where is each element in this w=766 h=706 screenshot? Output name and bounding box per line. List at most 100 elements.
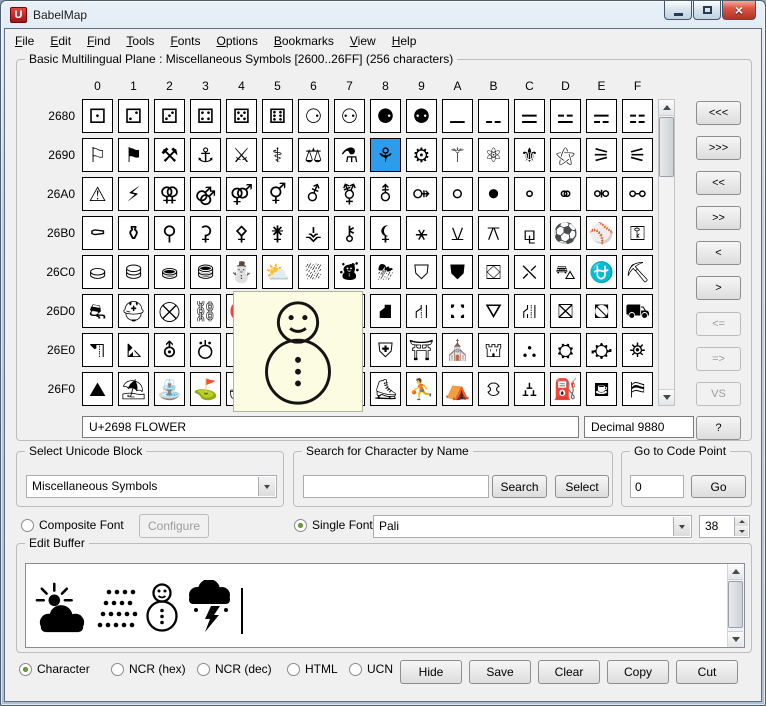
grid-cell[interactable]: ⛀: [82, 255, 113, 289]
grid-cell[interactable]: ⚱: [118, 216, 149, 250]
grid-cell[interactable]: ⚸: [370, 216, 401, 250]
grid-cell[interactable]: ⚤: [226, 177, 257, 211]
grid-cell[interactable]: ⛍: [550, 255, 581, 289]
search-input[interactable]: [303, 475, 489, 498]
font-combo[interactable]: Pali: [373, 515, 692, 538]
scrollbar-up-button[interactable]: [659, 100, 674, 116]
grid-cell[interactable]: ⚶: [298, 216, 329, 250]
grid-cell[interactable]: ⛅: [262, 255, 293, 289]
menu-options[interactable]: Options: [208, 31, 265, 51]
grid-cell[interactable]: ⛉: [406, 255, 437, 289]
grid-cell[interactable]: ⚷: [334, 216, 365, 250]
grid-cell[interactable]: ⚊: [442, 99, 473, 133]
grid-cell[interactable]: ⚻: [478, 216, 509, 250]
grid-cell[interactable]: ⛲: [154, 372, 185, 406]
grid-cell[interactable]: ⚟: [622, 138, 653, 172]
nav-last-page-button[interactable]: >>>: [696, 136, 741, 160]
scrollbar-up-button[interactable]: [728, 564, 743, 580]
grid-cell[interactable]: ⛃: [190, 255, 221, 289]
grid-cell[interactable]: ⚩: [406, 177, 437, 211]
grid-cell[interactable]: ⛿: [622, 372, 653, 406]
grid-cell[interactable]: ⚃: [190, 99, 221, 133]
grid-cell[interactable]: ⚭: [550, 177, 581, 211]
grid-cell[interactable]: ⛚: [442, 294, 473, 328]
single-font-radio[interactable]: Single Font: [294, 517, 373, 533]
menu-file[interactable]: File: [7, 31, 42, 51]
grid-cell[interactable]: ⛆: [298, 255, 329, 289]
grid-cell[interactable]: ⚔: [226, 138, 257, 172]
grid-cell[interactable]: ⚕: [262, 138, 293, 172]
grid-cell[interactable]: ⛠: [82, 333, 113, 367]
grid-cell[interactable]: ⛻: [478, 372, 509, 406]
nav-prev-page-button[interactable]: <<: [696, 171, 741, 195]
grid-cell[interactable]: ⛼: [514, 372, 545, 406]
composite-font-radio[interactable]: Composite Font: [21, 517, 124, 533]
maximize-button[interactable]: [693, 1, 721, 20]
grid-cell[interactable]: ⚅: [262, 99, 293, 133]
grid-cell[interactable]: ⛯: [622, 333, 653, 367]
output-mode-ncr-hex[interactable]: NCR (hex): [111, 661, 186, 677]
grid-cell[interactable]: ⚣: [190, 177, 221, 211]
grid-cell[interactable]: ⛌: [514, 255, 545, 289]
grid-cell[interactable]: ⚥: [262, 177, 293, 211]
dropdown-button[interactable]: [673, 517, 690, 536]
grid-cell[interactable]: ⚂: [154, 99, 185, 133]
menu-bookmarks[interactable]: Bookmarks: [266, 31, 342, 51]
clear-button[interactable]: Clear: [538, 660, 600, 684]
grid-cell[interactable]: ⛭: [550, 333, 581, 367]
save-button[interactable]: Save: [469, 660, 531, 684]
grid-cell[interactable]: ⚄: [226, 99, 257, 133]
nav-next-character-button[interactable]: >: [696, 276, 741, 300]
grid-cell[interactable]: ⛘: [370, 294, 401, 328]
grid-cell[interactable]: ⚰: [82, 216, 113, 250]
grid-cell[interactable]: ⚋: [478, 99, 509, 133]
grid-cell[interactable]: ⚮: [586, 177, 617, 211]
grid-cell[interactable]: ⚘: [370, 138, 401, 172]
grid-cell[interactable]: ⛈: [370, 255, 401, 289]
menu-view[interactable]: View: [342, 31, 384, 51]
grid-cell[interactable]: ⚾: [586, 216, 617, 250]
nav-first-page-button[interactable]: <<<: [696, 101, 741, 125]
copy-button[interactable]: Copy: [607, 660, 669, 684]
grid-cell[interactable]: ⚼: [514, 216, 545, 250]
grid-cell[interactable]: ⚨: [370, 177, 401, 211]
grid-cell[interactable]: ⛁: [118, 255, 149, 289]
grid-cell[interactable]: ⛒: [154, 294, 185, 328]
grid-cell[interactable]: ⚛: [478, 138, 509, 172]
menu-edit[interactable]: Edit: [42, 31, 79, 51]
grid-cell[interactable]: ⛸: [370, 372, 401, 406]
grid-cell[interactable]: ⛡: [118, 333, 149, 367]
grid-cell[interactable]: ⛇: [334, 255, 365, 289]
output-mode-html[interactable]: HTML: [287, 661, 338, 677]
search-button[interactable]: Search: [492, 475, 547, 498]
grid-cell[interactable]: ⚹: [406, 216, 437, 250]
menu-fonts[interactable]: Fonts: [162, 31, 208, 51]
grid-cell[interactable]: ⚉: [406, 99, 437, 133]
grid-cell[interactable]: ⚢: [154, 177, 185, 211]
grid-cell[interactable]: ⚀: [82, 99, 113, 133]
scrollbar-down-button[interactable]: [728, 631, 743, 647]
minimize-button[interactable]: [664, 1, 692, 20]
grid-cell[interactable]: ⚺: [442, 216, 473, 250]
grid-cell[interactable]: ⛐: [82, 294, 113, 328]
grid-cell[interactable]: ⚑: [118, 138, 149, 172]
grid-cell[interactable]: ⚯: [622, 177, 653, 211]
grid-cell[interactable]: ⛋: [478, 255, 509, 289]
grid-cell[interactable]: ⛨: [370, 333, 401, 367]
grid-cell[interactable]: ⛺: [442, 372, 473, 406]
grid-cell[interactable]: ⛎: [586, 255, 617, 289]
nav-next-page-button[interactable]: >>: [696, 206, 741, 230]
grid-cell[interactable]: ⛟: [622, 294, 653, 328]
codepoint-input[interactable]: [630, 475, 684, 498]
grid-cell[interactable]: ⚦: [298, 177, 329, 211]
grid-cell[interactable]: ⚒: [154, 138, 185, 172]
grid-cell[interactable]: ⚈: [370, 99, 401, 133]
grid-cell[interactable]: ⛏: [622, 255, 653, 289]
grid-cell[interactable]: ⚳: [190, 216, 221, 250]
grid-cell[interactable]: ⛱: [118, 372, 149, 406]
go-button[interactable]: Go: [691, 475, 746, 498]
grid-cell[interactable]: ⚧: [334, 177, 365, 211]
grid-cell[interactable]: ⚗: [334, 138, 365, 172]
grid-cell[interactable]: ⚜: [514, 138, 545, 172]
grid-cell[interactable]: ⚡: [118, 177, 149, 211]
